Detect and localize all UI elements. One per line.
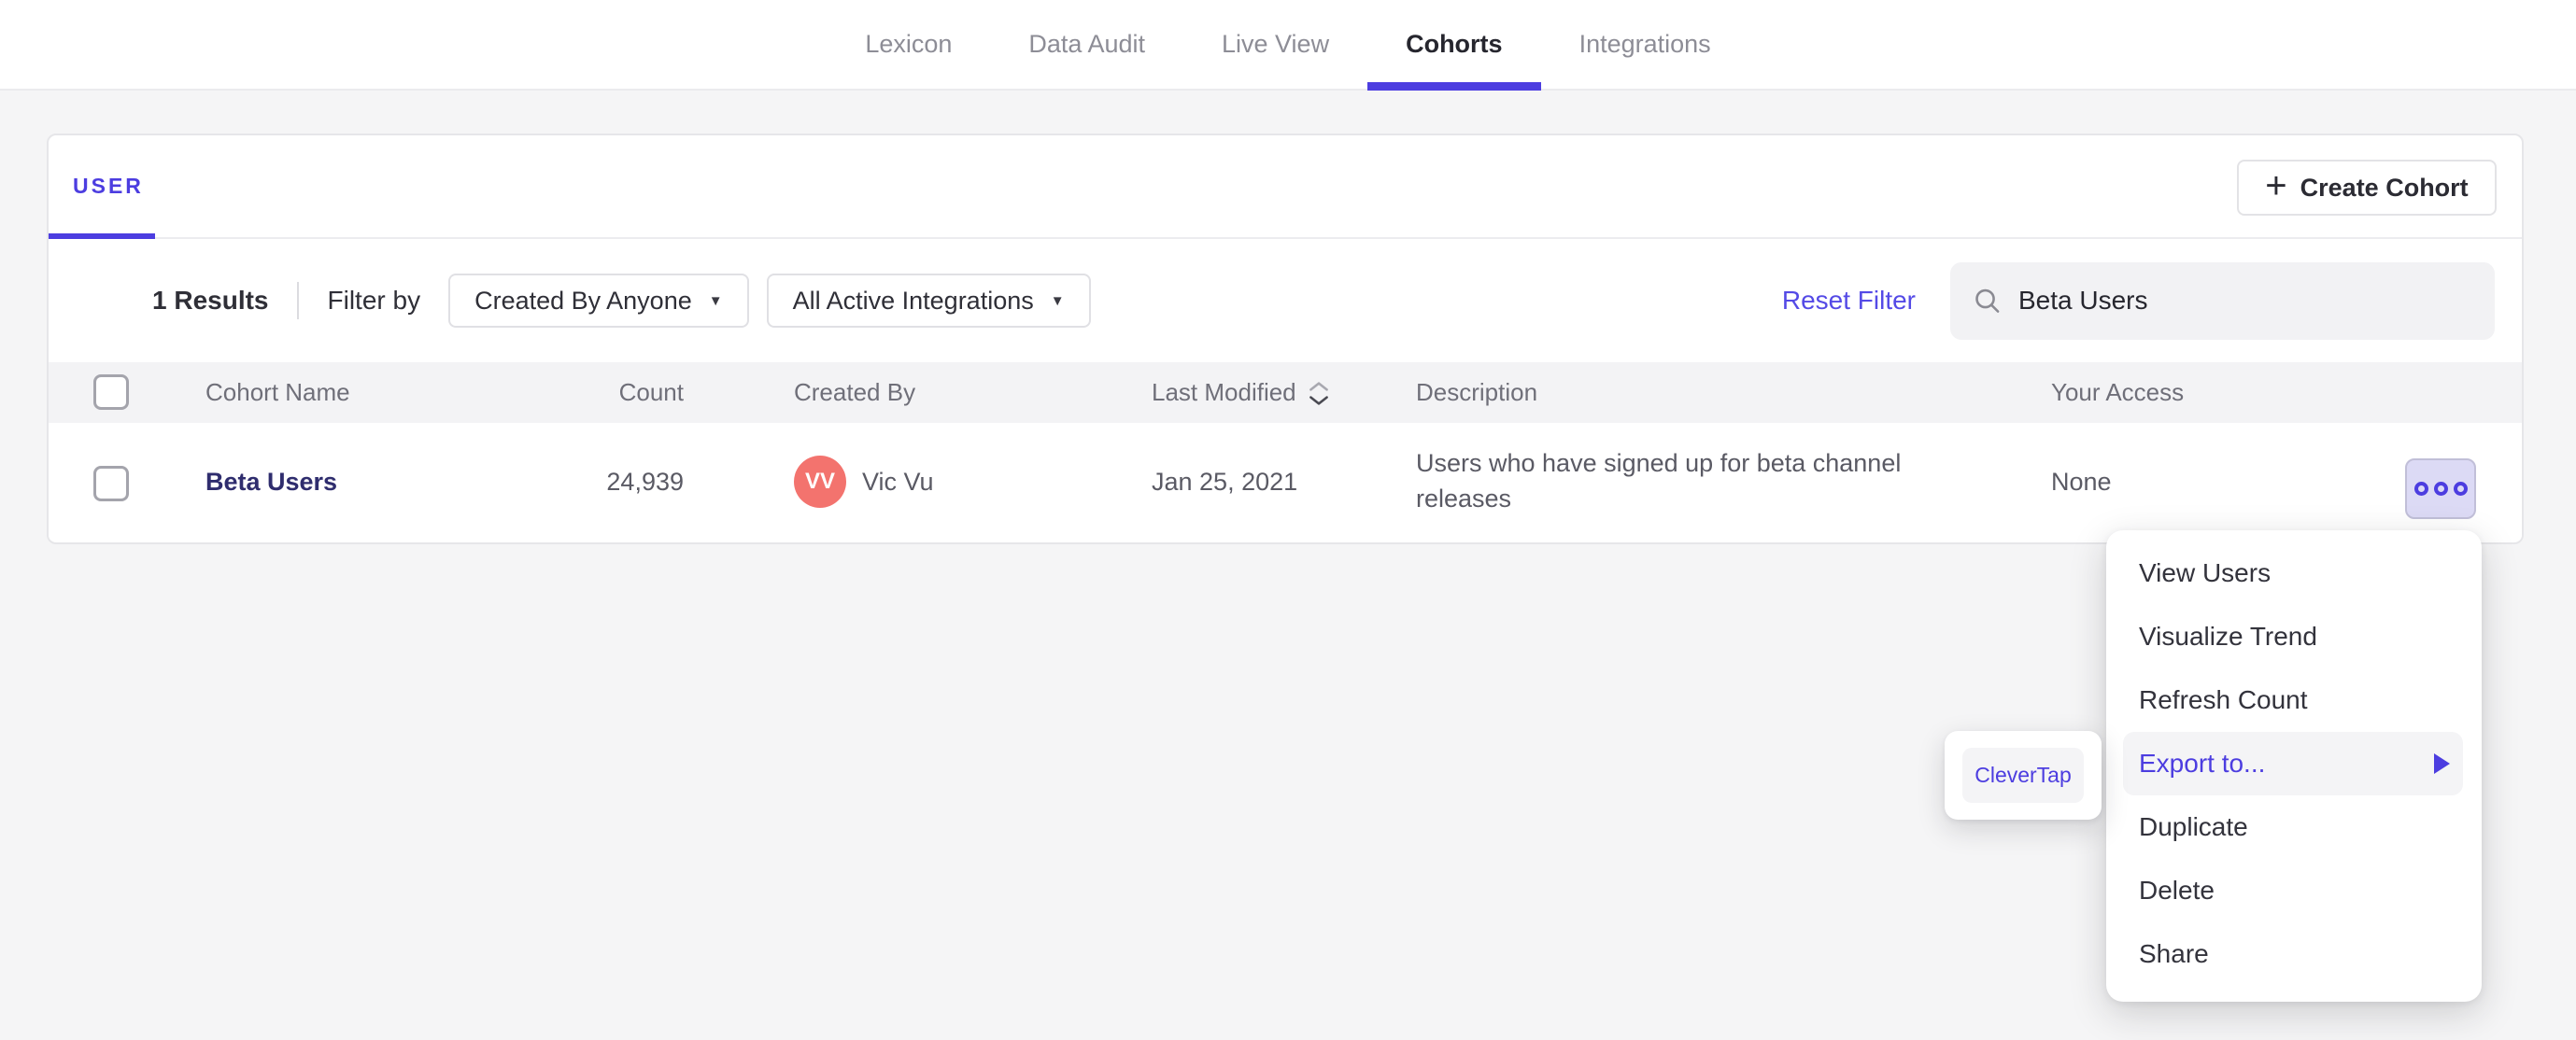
menu-item-view-users[interactable]: View Users bbox=[2106, 541, 2482, 605]
description-cell: Users who have signed up for beta channe… bbox=[1416, 423, 1995, 541]
column-created-by: Created By bbox=[794, 378, 916, 406]
panel-tab-bar: USER + Create Cohort bbox=[49, 135, 2522, 239]
filter-bar-right: Reset Filter bbox=[1782, 239, 2495, 362]
nav-tab-live-view[interactable]: Live View bbox=[1183, 0, 1367, 89]
description-text: Users who have signed up for beta channe… bbox=[1416, 449, 1902, 513]
column-cohort-name: Cohort Name bbox=[205, 378, 350, 406]
nav-tab-cohorts[interactable]: Cohorts bbox=[1367, 0, 1541, 91]
submenu-arrow-icon bbox=[2434, 753, 2450, 774]
menu-item-label: Delete bbox=[2139, 876, 2215, 905]
tab-user[interactable]: USER bbox=[49, 135, 155, 239]
menu-item-refresh-count[interactable]: Refresh Count bbox=[2106, 668, 2482, 732]
cohort-name-link[interactable]: Beta Users bbox=[205, 423, 337, 541]
reset-filter-link[interactable]: Reset Filter bbox=[1782, 286, 1916, 316]
nav-tab-label: Integrations bbox=[1578, 30, 1711, 58]
nav-tabs: Lexicon Data Audit Live View Cohorts Int… bbox=[827, 0, 1749, 91]
filter-by-label: Filter by bbox=[327, 286, 421, 315]
row-actions-menu: View Users Visualize Trend Refresh Count… bbox=[2106, 530, 2482, 1002]
cohorts-panel: USER + Create Cohort 1 Results Filter by… bbox=[47, 134, 2524, 544]
menu-item-share[interactable]: Share bbox=[2106, 922, 2482, 986]
created-by-dropdown-value: Created By Anyone bbox=[474, 286, 692, 315]
nav-tab-label: Lexicon bbox=[865, 30, 953, 58]
nav-tab-integrations[interactable]: Integrations bbox=[1541, 0, 1749, 89]
submenu-item-label: CleverTap bbox=[1974, 763, 2072, 787]
menu-item-duplicate[interactable]: Duplicate bbox=[2106, 795, 2482, 859]
menu-item-label: Refresh Count bbox=[2139, 685, 2308, 714]
menu-item-visualize-trend[interactable]: Visualize Trend bbox=[2106, 605, 2482, 668]
cohorts-page: Lexicon Data Audit Live View Cohorts Int… bbox=[0, 0, 2576, 1040]
menu-item-label: Duplicate bbox=[2139, 812, 2248, 841]
table-header: Cohort Name Count Created By Last Modifi… bbox=[49, 362, 2522, 423]
your-access-cell: None bbox=[2051, 467, 2112, 496]
nav-tab-label: Live View bbox=[1222, 30, 1330, 58]
nav-tab-label: Data Audit bbox=[1028, 30, 1145, 58]
column-last-modified[interactable]: Last Modified bbox=[1152, 362, 1330, 423]
created-by-dropdown[interactable]: Created By Anyone ▼ bbox=[448, 274, 749, 328]
create-cohort-button[interactable]: + Create Cohort bbox=[2237, 160, 2497, 216]
last-modified-cell: Jan 25, 2021 bbox=[1152, 467, 1298, 496]
menu-item-label: Share bbox=[2139, 939, 2209, 968]
search-icon bbox=[1975, 288, 2000, 313]
row-actions-button[interactable] bbox=[2405, 458, 2476, 519]
create-cohort-label: Create Cohort bbox=[2300, 173, 2469, 202]
search-input[interactable] bbox=[2016, 285, 2472, 316]
column-last-modified-label: Last Modified bbox=[1152, 378, 1296, 406]
menu-item-label: Export to... bbox=[2139, 749, 2266, 778]
nav-tab-lexicon[interactable]: Lexicon bbox=[827, 0, 990, 89]
nav-tab-data-audit[interactable]: Data Audit bbox=[990, 0, 1183, 89]
results-count: 1 Results bbox=[152, 286, 269, 315]
cohort-count: 24,939 bbox=[606, 467, 684, 496]
tab-user-label: USER bbox=[73, 174, 144, 198]
submenu-item-clevertap[interactable]: CleverTap bbox=[1962, 748, 2084, 803]
select-all-checkbox[interactable] bbox=[93, 374, 129, 410]
menu-item-label: Visualize Trend bbox=[2139, 622, 2317, 651]
menu-item-export-to[interactable]: Export to... bbox=[2123, 732, 2463, 795]
integrations-dropdown-value: All Active Integrations bbox=[792, 286, 1034, 315]
menu-item-delete[interactable]: Delete bbox=[2106, 859, 2482, 922]
active-tab-underline bbox=[1367, 82, 1541, 91]
caret-down-icon: ▼ bbox=[708, 292, 723, 309]
plus-icon: + bbox=[2265, 165, 2287, 206]
top-navigation: Lexicon Data Audit Live View Cohorts Int… bbox=[0, 0, 2576, 91]
table-row: Beta Users 24,939 VV Vic Vu Jan 25, 2021… bbox=[49, 423, 2522, 541]
integrations-dropdown[interactable]: All Active Integrations ▼ bbox=[766, 274, 1091, 328]
column-description: Description bbox=[1416, 378, 1538, 406]
export-submenu: CleverTap bbox=[1945, 731, 2102, 820]
nav-tab-label: Cohorts bbox=[1406, 30, 1503, 58]
row-checkbox[interactable] bbox=[93, 466, 129, 501]
divider bbox=[296, 282, 299, 319]
sort-icon bbox=[1308, 381, 1330, 406]
avatar: VV bbox=[794, 456, 846, 508]
created-by-cell: VV Vic Vu bbox=[794, 423, 934, 541]
column-your-access: Your Access bbox=[2051, 378, 2185, 406]
menu-item-label: View Users bbox=[2139, 558, 2272, 587]
caret-down-icon: ▼ bbox=[1050, 292, 1065, 309]
search-box[interactable] bbox=[1950, 261, 2495, 340]
created-by-name: Vic Vu bbox=[862, 467, 934, 496]
filter-bar: 1 Results Filter by Created By Anyone ▼ … bbox=[49, 239, 2522, 362]
ellipsis-icon bbox=[2413, 482, 2468, 496]
column-count: Count bbox=[618, 378, 684, 406]
